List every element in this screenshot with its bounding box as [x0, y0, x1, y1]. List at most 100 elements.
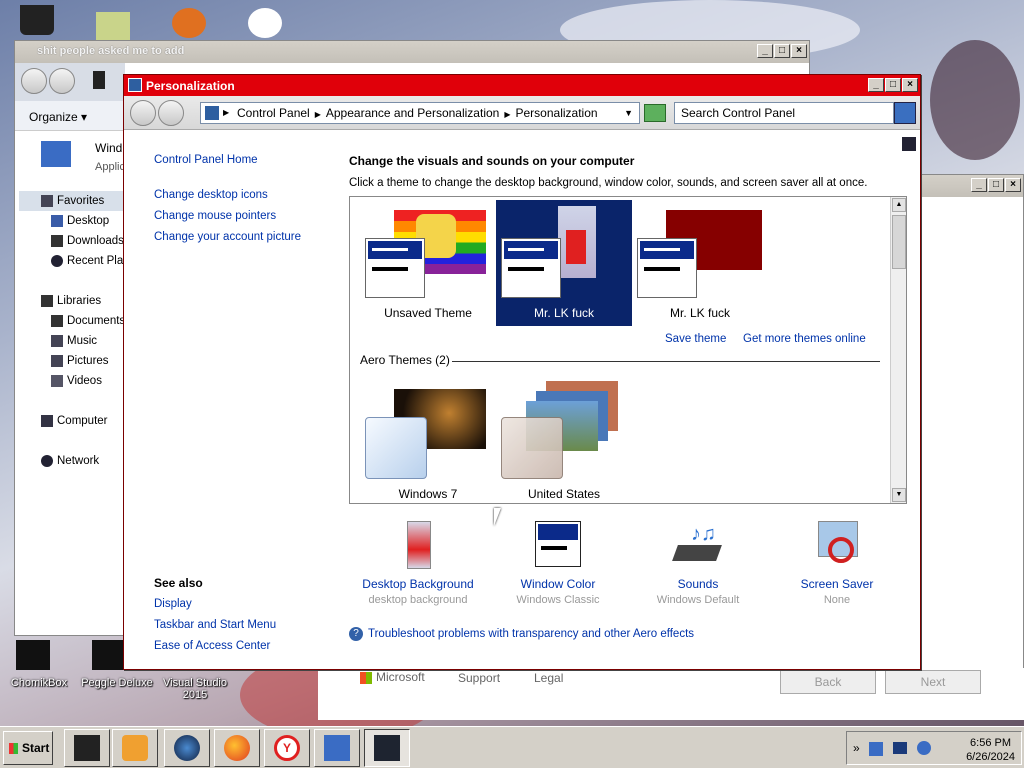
taskbar-app-3[interactable] — [164, 729, 210, 767]
chomikbox-icon[interactable] — [16, 640, 50, 670]
change-desktop-icons-link[interactable]: Change desktop icons — [154, 185, 344, 206]
crumb-personalization[interactable]: Personalization — [516, 106, 598, 120]
taskbar-control-panel[interactable] — [364, 729, 410, 767]
explorer-titlebar[interactable]: shit people asked me to add _ □ × — [15, 41, 809, 63]
taskbar-app-2[interactable] — [112, 729, 158, 767]
theme-tile-mr-lk[interactable]: Mr. LK fuck — [632, 200, 768, 326]
chevron-right-icon[interactable]: ▶ — [223, 103, 229, 123]
theme-tile-mr-lk-selected[interactable]: Mr. LK fuck — [496, 200, 632, 326]
crumb-appearance[interactable]: Appearance and Personalization — [326, 106, 499, 120]
desktop-app-icon[interactable] — [172, 8, 206, 38]
personalization-titlebar[interactable]: Personalization _ □ × — [124, 75, 920, 96]
theme-tile-windows-7[interactable]: Windows 7 — [360, 381, 496, 503]
network-tray-icon[interactable] — [869, 742, 883, 756]
search-icon[interactable] — [894, 102, 916, 124]
chevron-down-icon[interactable]: ▼ — [624, 103, 633, 123]
change-mouse-pointers-link[interactable]: Change mouse pointers — [154, 206, 344, 227]
chevron-right-icon[interactable]: ▶ — [504, 110, 510, 119]
forward-arrow-icon[interactable] — [158, 100, 184, 126]
scroll-thumb[interactable] — [892, 215, 906, 269]
recycle-bin-icon[interactable] — [20, 5, 54, 35]
background-window-right[interactable]: _ □ × — [920, 174, 1024, 720]
desktop-label-peggle[interactable]: Peggle Deluxe — [80, 677, 154, 689]
taskbar-app-1[interactable] — [64, 729, 110, 767]
nav-libraries[interactable]: Libraries — [19, 291, 125, 311]
nav-desktop[interactable]: Desktop — [19, 211, 125, 231]
help-icon[interactable] — [902, 137, 916, 151]
desktop-background-option[interactable]: Desktop Background desktop background — [353, 521, 483, 606]
nav-downloads[interactable]: Downloads — [19, 231, 125, 251]
control-panel-home-link[interactable]: Control Panel Home — [154, 150, 344, 171]
crumb-control-panel[interactable]: Control Panel — [237, 106, 310, 120]
desktop-label-visual-studio[interactable]: Visual Studio 2015 — [160, 677, 230, 701]
sounds-link[interactable]: Sounds — [633, 577, 763, 591]
nav-videos[interactable]: Videos — [19, 371, 125, 391]
item-title[interactable]: Wind — [95, 141, 122, 155]
tray-expand-icon[interactable]: » — [853, 741, 860, 755]
maximize-button[interactable]: □ — [774, 44, 790, 58]
clock[interactable]: 6:56 PM 6/26/2024 — [966, 736, 1015, 764]
taskbar-yandex[interactable]: Y — [264, 729, 310, 767]
search-input[interactable]: Search Control Panel — [674, 102, 894, 124]
window-color-option[interactable]: Window Color Windows Classic — [493, 521, 623, 606]
peggle-icon[interactable] — [92, 640, 126, 670]
legal-link[interactable]: Legal — [534, 671, 563, 685]
desktop-folder-icon[interactable] — [96, 12, 130, 42]
scroll-up-icon[interactable]: ▲ — [892, 198, 906, 212]
change-account-picture-link[interactable]: Change your account picture — [154, 227, 344, 248]
nav-recent[interactable]: Recent Plac — [19, 251, 125, 271]
nav-documents[interactable]: Documents — [19, 311, 125, 331]
chevron-right-icon[interactable]: ▶ — [315, 110, 321, 119]
back-button[interactable]: Back — [780, 670, 876, 694]
screen-saver-link[interactable]: Screen Saver — [772, 577, 902, 591]
display-tray-icon[interactable] — [893, 742, 907, 754]
taskbar-start-menu-link[interactable]: Taskbar and Start Menu — [154, 615, 344, 636]
next-button[interactable]: Next — [885, 670, 981, 694]
close-button[interactable]: × — [791, 44, 807, 58]
window-color-link[interactable]: Window Color — [493, 577, 623, 591]
minimize-button[interactable]: _ — [868, 78, 884, 92]
refresh-icon[interactable] — [644, 104, 666, 122]
support-link[interactable]: Support — [458, 671, 500, 685]
ease-of-access-link[interactable]: Ease of Access Center — [154, 636, 344, 657]
maximize-button[interactable]: □ — [885, 78, 901, 92]
screen-saver-option[interactable]: Screen Saver None — [772, 521, 902, 606]
get-more-themes-link[interactable]: Get more themes online — [743, 333, 866, 345]
background-window-titlebar[interactable]: _ □ × — [921, 175, 1023, 197]
theme-tile-united-states[interactable]: United States — [496, 381, 632, 503]
page-title: Change the visuals and sounds on your co… — [349, 154, 635, 168]
close-button[interactable]: × — [902, 78, 918, 92]
themes-scrollbar[interactable]: ▲ ▼ — [890, 197, 906, 503]
taskbar-installer[interactable] — [314, 729, 360, 767]
display-link[interactable]: Display — [154, 594, 344, 615]
theme-tile-unsaved[interactable]: Unsaved Theme — [360, 200, 496, 326]
nav-pictures[interactable]: Pictures — [19, 351, 125, 371]
explorer-title: shit people asked me to add — [37, 45, 185, 57]
desktop-app2-icon[interactable] — [248, 8, 282, 38]
close-button[interactable]: × — [1005, 178, 1021, 192]
media-player-icon — [122, 735, 148, 761]
themes-list[interactable]: Unsaved Theme Mr. LK fuck Mr. LK fuck Sa… — [349, 196, 907, 504]
forward-arrow-icon[interactable] — [49, 68, 75, 94]
desktop-label-chomikbox[interactable]: ChomikBox — [4, 677, 74, 689]
breadcrumb[interactable]: ▶ Control Panel ▶ Appearance and Personali… — [200, 102, 640, 124]
sounds-option[interactable]: ♪♫ Sounds Windows Default — [633, 521, 763, 606]
organize-button[interactable]: Organize ▾ — [15, 101, 125, 131]
nav-music[interactable]: Music — [19, 331, 125, 351]
personalization-window[interactable]: Personalization _ □ × ▶ Control Panel ▶ Ap… — [123, 74, 921, 670]
back-arrow-icon[interactable] — [21, 68, 47, 94]
minimize-button[interactable]: _ — [971, 178, 987, 192]
minimize-button[interactable]: _ — [757, 44, 773, 58]
volume-icon[interactable] — [917, 741, 931, 755]
troubleshoot-link[interactable]: Troubleshoot problems with transparency … — [368, 628, 694, 640]
back-arrow-icon[interactable] — [130, 100, 156, 126]
nav-network[interactable]: Network — [19, 451, 125, 471]
save-theme-link[interactable]: Save theme — [665, 333, 726, 345]
taskbar-firefox[interactable] — [214, 729, 260, 767]
nav-computer[interactable]: Computer — [19, 411, 125, 431]
start-button[interactable]: Start — [3, 731, 53, 765]
scroll-down-icon[interactable]: ▼ — [892, 488, 906, 502]
maximize-button[interactable]: □ — [988, 178, 1004, 192]
nav-favorites[interactable]: Favorites — [19, 191, 125, 211]
desktop-background-link[interactable]: Desktop Background — [353, 577, 483, 591]
